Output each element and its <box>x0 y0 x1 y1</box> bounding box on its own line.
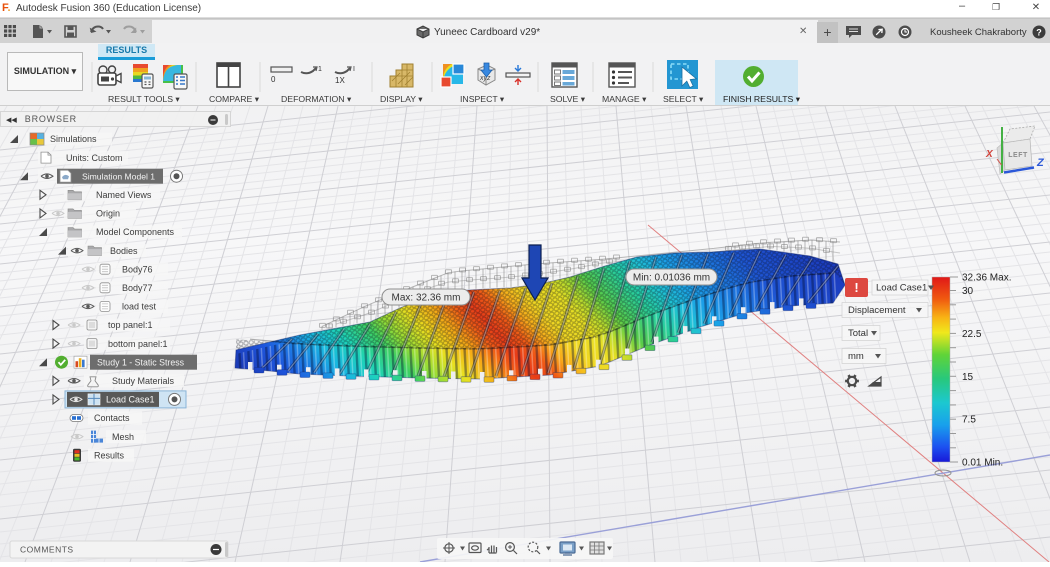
svg-text:COMMENTS: COMMENTS <box>20 545 74 555</box>
svg-text:22.5: 22.5 <box>962 329 982 340</box>
svg-text:Origin: Origin <box>96 209 120 219</box>
svg-text:mm: mm <box>848 351 864 362</box>
svg-text:30: 30 <box>962 286 974 297</box>
svg-text:Body77: Body77 <box>122 283 153 293</box>
svg-text:Model Components: Model Components <box>96 227 175 237</box>
svg-text:7.5: 7.5 <box>962 415 976 426</box>
svg-text:32.36 Max.: 32.36 Max. <box>962 273 1011 284</box>
svg-text:15: 15 <box>962 372 974 383</box>
svg-text:bottom panel:1: bottom panel:1 <box>108 339 168 349</box>
svg-text:Min: 0.01036 mm: Min: 0.01036 mm <box>633 273 710 284</box>
svg-text:top panel:1: top panel:1 <box>108 320 153 330</box>
svg-text:Body76: Body76 <box>122 264 153 274</box>
svg-text:!: ! <box>854 280 858 295</box>
svg-text:Named Views: Named Views <box>96 190 152 200</box>
svg-text:Study Materials: Study Materials <box>112 376 175 386</box>
svg-text:1: 1 <box>318 66 322 73</box>
svg-text:Simulations: Simulations <box>50 134 97 144</box>
svg-text:Max: 32.36 mm: Max: 32.36 mm <box>392 293 461 304</box>
svg-text:xyz: xyz <box>479 75 491 82</box>
svg-text:0: 0 <box>271 75 276 84</box>
svg-text:Load Case1: Load Case1 <box>876 283 927 294</box>
svg-text:1X: 1X <box>335 76 345 85</box>
svg-text:Simulation Model 1: Simulation Model 1 <box>82 171 155 181</box>
svg-text:Total: Total <box>848 328 868 339</box>
svg-text:LEFT: LEFT <box>1008 152 1028 159</box>
svg-text:Load Case1: Load Case1 <box>106 395 155 405</box>
svg-text:Results: Results <box>94 450 125 460</box>
svg-text:?: ? <box>1036 28 1042 38</box>
svg-text:Units: Custom: Units: Custom <box>66 153 123 163</box>
svg-text:Study 1 - Static Stress: Study 1 - Static Stress <box>97 357 185 367</box>
svg-text:Contacts: Contacts <box>94 413 130 423</box>
svg-text:X: X <box>985 149 994 160</box>
svg-text:Mesh: Mesh <box>112 432 134 442</box>
svg-text:Displacement: Displacement <box>848 305 906 316</box>
svg-text:load test: load test <box>122 302 157 312</box>
svg-text:0.01 Min.: 0.01 Min. <box>962 458 1003 469</box>
svg-text:Z: Z <box>1036 157 1045 169</box>
svg-text:Bodies: Bodies <box>110 246 138 256</box>
svg-text:I: I <box>353 66 355 73</box>
